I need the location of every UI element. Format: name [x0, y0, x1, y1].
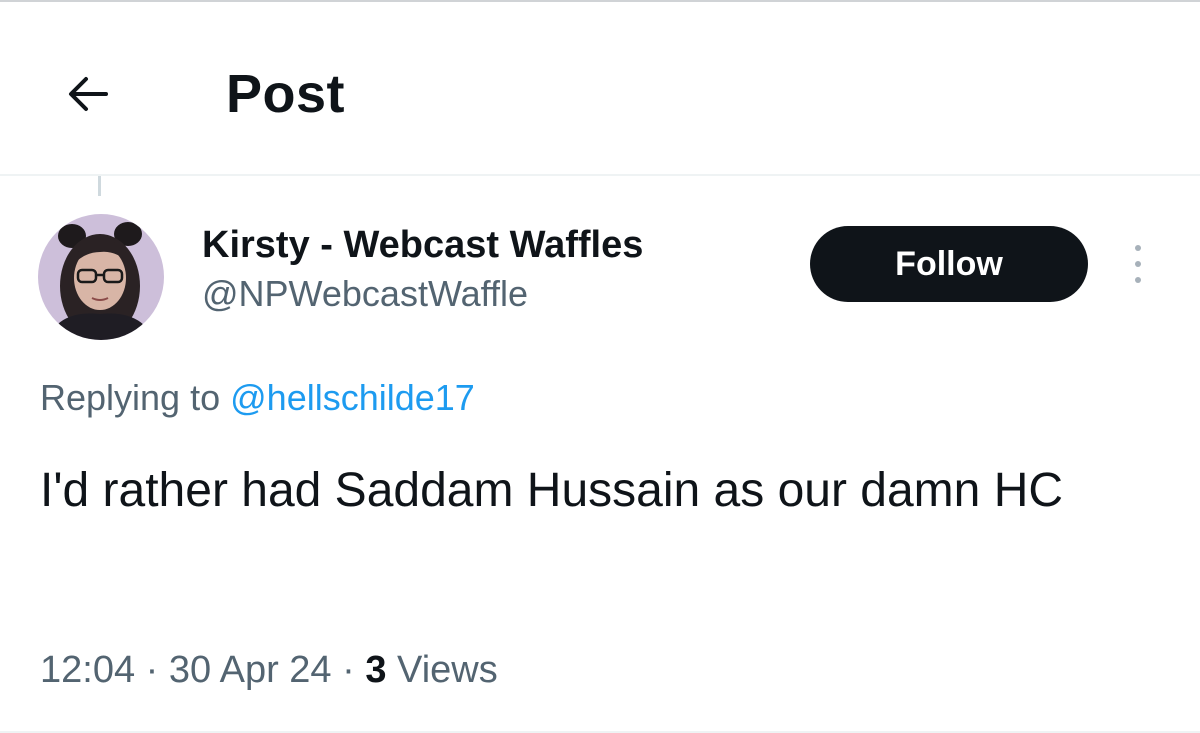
- meta-separator: ·: [342, 649, 355, 691]
- views-count: 3: [365, 649, 387, 691]
- author-display-name[interactable]: Kirsty - Webcast Waffles: [202, 220, 643, 270]
- page-header: Post: [0, 2, 1200, 176]
- post-text: I'd rather had Saddam Hussain as our dam…: [40, 464, 1064, 517]
- replying-prefix: Replying to: [40, 377, 221, 418]
- replying-to-line: Replying to @hellschilde17: [40, 374, 475, 422]
- post-date[interactable]: 30 Apr 24: [169, 649, 332, 691]
- views-label: Views: [397, 649, 498, 691]
- page-title: Post: [226, 64, 346, 124]
- replying-to-handle-link[interactable]: @hellschilde17: [230, 377, 475, 418]
- more-options-button[interactable]: [1118, 236, 1158, 292]
- author-info: Kirsty - Webcast Waffles @NPWebcastWaffl…: [202, 220, 643, 318]
- thread-connector-line: [98, 176, 101, 196]
- follow-button[interactable]: Follow: [810, 226, 1088, 302]
- author-handle[interactable]: @NPWebcastWaffle: [202, 270, 643, 318]
- back-button[interactable]: [56, 62, 120, 126]
- user-avatar-icon: [38, 214, 164, 340]
- post-time[interactable]: 12:04: [40, 649, 135, 691]
- arrow-left-icon: [69, 77, 108, 111]
- avatar[interactable]: [38, 214, 164, 340]
- more-vertical-icon: [1135, 245, 1141, 283]
- meta-separator: ·: [145, 649, 159, 691]
- post-metadata: 12:04 · 30 Apr 24 · 3 Views: [40, 644, 498, 696]
